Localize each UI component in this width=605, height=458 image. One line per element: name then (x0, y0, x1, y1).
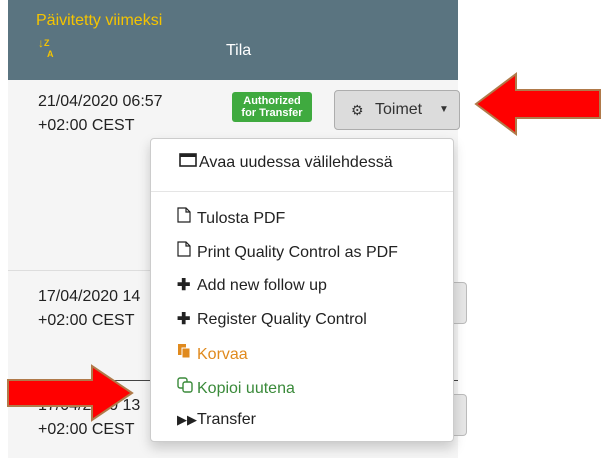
menu-item-open-new-tab[interactable]: Avaa uudessa välilehdessä (179, 153, 393, 172)
menu-item-transfer[interactable]: ▶▶Transfer (177, 411, 256, 429)
table-header: Päivitetty viimeksi ↓Z A Tila (8, 0, 458, 80)
row-1-date: 21/04/2020 06:57 (38, 93, 163, 110)
menu-item-copy-as-new[interactable]: Kopioi uutena (177, 377, 295, 398)
sort-alpha-desc-icon[interactable]: ↓Z A (38, 37, 54, 59)
status-badge: Authorized for Transfer (232, 92, 312, 122)
plus-icon: ✚ (177, 277, 191, 294)
pdf-file-icon (177, 241, 197, 262)
window-icon (179, 153, 199, 172)
column-header-status[interactable]: Tila (226, 42, 251, 60)
actions-button-label: Toimet (375, 101, 423, 118)
menu-divider (151, 191, 453, 192)
menu-item-replace[interactable]: Korvaa (177, 343, 248, 364)
gears-icon: ⚙ (351, 102, 364, 118)
menu-item-print-pdf[interactable]: Tulosta PDF (177, 207, 285, 228)
row-divider (8, 270, 158, 271)
pdf-file-icon (177, 207, 197, 228)
annotation-arrow-right (7, 364, 134, 422)
fast-forward-icon: ▶▶ (177, 412, 197, 427)
actions-dropdown-menu: Avaa uudessa välilehdessä Tulosta PDF Pr… (150, 138, 454, 442)
plus-icon: ✚ (177, 311, 191, 328)
row-2-timezone: +02:00 CEST (38, 312, 135, 329)
menu-item-print-qc-pdf[interactable]: Print Quality Control as PDF (177, 241, 398, 262)
menu-item-register-qc[interactable]: ✚ Register Quality Control (177, 309, 367, 329)
annotation-arrow-left (474, 72, 601, 136)
menu-item-add-follow-up[interactable]: ✚ Add new follow up (177, 275, 327, 295)
row-2-date: 17/04/2020 14 (38, 288, 141, 305)
column-header-updated[interactable]: Päivitetty viimeksi (36, 12, 162, 30)
replace-icon (177, 343, 197, 364)
caret-down-icon: ▼ (439, 104, 449, 115)
copy-icon (177, 377, 197, 398)
row-1-timezone: +02:00 CEST (38, 117, 135, 134)
actions-dropdown-button[interactable]: ⚙ Toimet ▼ (334, 90, 460, 130)
